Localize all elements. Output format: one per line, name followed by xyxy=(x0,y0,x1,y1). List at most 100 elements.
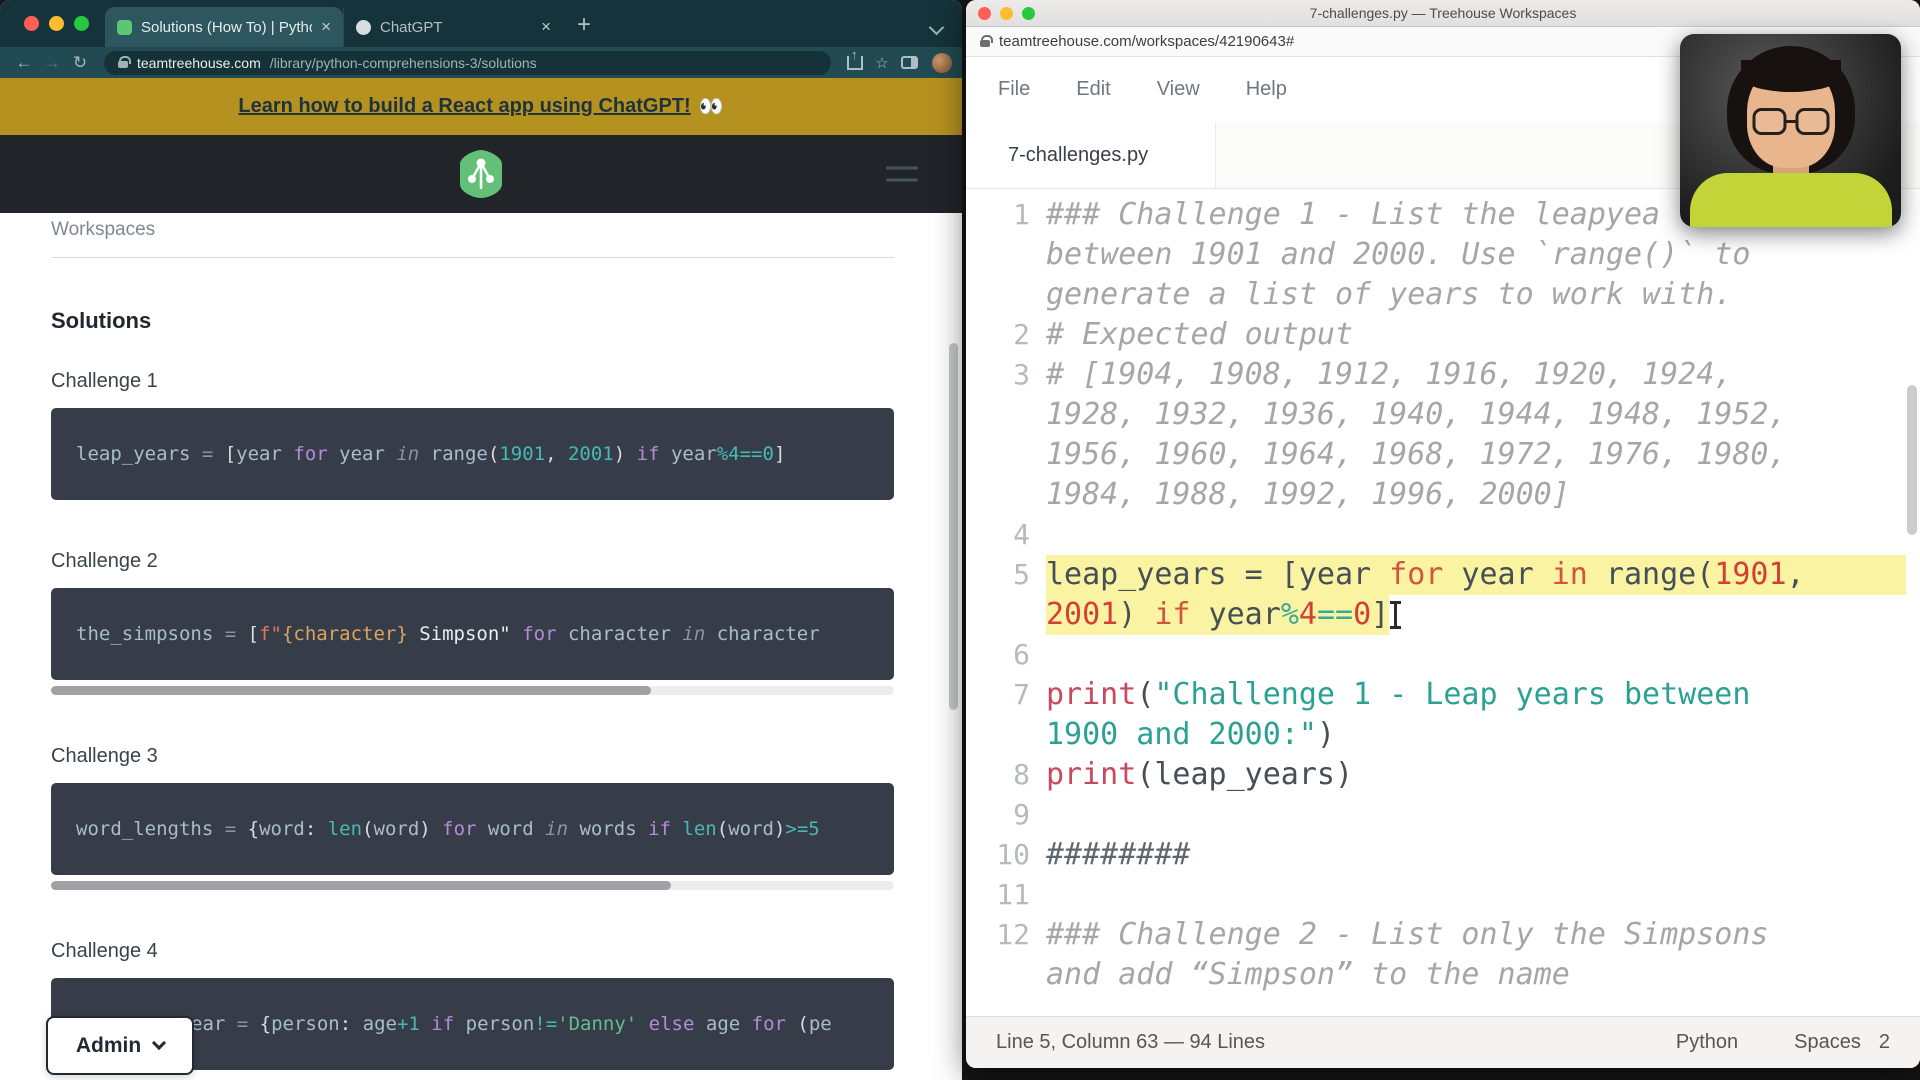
maximize-window-button[interactable] xyxy=(74,16,89,31)
code-line[interactable]: print("Challenge 1 - Leap years between xyxy=(1046,675,1750,715)
code-editor[interactable]: 1### Challenge 1 - List the leapyeabetwe… xyxy=(966,189,1920,1016)
scrollbar-thumb[interactable] xyxy=(51,686,651,695)
editor-row[interactable]: 3 # [1904, 1908, 1912, 1916, 1920, 1924, xyxy=(966,355,1920,395)
editor-row[interactable]: 4 xyxy=(966,515,1920,555)
code-line[interactable]: print(leap_years) xyxy=(1046,755,1353,795)
code-line[interactable]: ### Challenge 1 - List the leapyea xyxy=(1046,195,1660,235)
hamburger-menu-icon[interactable] xyxy=(886,167,918,182)
menu-file[interactable]: File xyxy=(998,78,1030,101)
editor-row[interactable]: 1900 and 2000:") xyxy=(966,715,1920,755)
editor-statusbar: Line 5, Column 63 — 94 Lines Python Spac… xyxy=(966,1016,1920,1068)
line-number: 3 xyxy=(966,355,1030,395)
code-line[interactable]: generate a list of years to work with. xyxy=(1046,275,1732,315)
editor-row[interactable]: 6 xyxy=(966,635,1920,675)
editor-row[interactable]: generate a list of years to work with. xyxy=(966,275,1920,315)
editor-row[interactable]: between 1901 and 2000. Use `range()` to xyxy=(966,235,1920,275)
language-mode[interactable]: Python xyxy=(1676,1031,1738,1054)
line-number: 9 xyxy=(966,795,1030,835)
back-button[interactable]: ← xyxy=(10,53,38,73)
tab-search-chevron-icon[interactable] xyxy=(929,20,945,36)
line-number: 8 xyxy=(966,755,1030,795)
code-line[interactable]: ### Challenge 2 - List only the Simpsons xyxy=(1046,915,1768,955)
side-panel-icon[interactable] xyxy=(901,56,918,69)
challenge-section-1: Challenge 1 leap_years = [year for year … xyxy=(51,370,962,500)
menu-help[interactable]: Help xyxy=(1246,78,1287,101)
code-snippet[interactable]: the_simpsons = [f"{character} Simpson" f… xyxy=(51,588,894,680)
horizontal-scrollbar[interactable] xyxy=(51,881,894,890)
code-line[interactable]: # Expected output xyxy=(1046,315,1353,355)
editor-scrollbar-thumb[interactable] xyxy=(1907,385,1917,535)
tab-chatgpt[interactable]: ChatGPT × xyxy=(343,7,563,47)
maximize-window-button[interactable] xyxy=(1022,7,1035,20)
statusbar-right: Python Spaces2 xyxy=(1676,1031,1890,1054)
indentation-setting[interactable]: Spaces2 xyxy=(1794,1031,1890,1054)
close-tab-icon[interactable]: × xyxy=(541,17,551,37)
person-shirt xyxy=(1690,173,1892,227)
challenge-heading: Challenge 3 xyxy=(51,745,962,768)
editor-row[interactable]: 11 xyxy=(966,875,1920,915)
editor-row[interactable]: 1984, 1988, 1992, 1996, 2000] xyxy=(966,475,1920,515)
scrollbar-thumb[interactable] xyxy=(51,881,671,890)
vertical-scrollbar-thumb[interactable] xyxy=(949,343,958,710)
code-snippet[interactable]: leap_years = [year for year in range(190… xyxy=(51,408,894,500)
reload-button[interactable]: ↻ xyxy=(66,53,94,73)
editor-row[interactable]: 8 print(leap_years) xyxy=(966,755,1920,795)
close-tab-icon[interactable]: × xyxy=(321,17,331,37)
menu-edit[interactable]: Edit xyxy=(1076,78,1110,101)
challenge-section-3: Challenge 3 word_lengths = {word: len(wo… xyxy=(51,745,962,890)
menu-view[interactable]: View xyxy=(1157,78,1200,101)
code-line[interactable]: # [1904, 1908, 1912, 1916, 1920, 1924, xyxy=(1046,355,1732,395)
editor-row[interactable]: 9 xyxy=(966,795,1920,835)
desktop: Solutions (How To) | Python Co × ChatGPT… xyxy=(0,0,1920,1080)
editor-row[interactable]: 7 print("Challenge 1 - Leap years between xyxy=(966,675,1920,715)
editor-rows: 1### Challenge 1 - List the leapyeabetwe… xyxy=(966,195,1920,995)
code-line[interactable]: 1900 and 2000:") xyxy=(1046,715,1335,755)
treehouse-logo[interactable] xyxy=(458,149,504,199)
lock-icon xyxy=(118,61,128,68)
tab-title: ChatGPT xyxy=(380,19,532,36)
webcam-overlay xyxy=(1680,34,1901,227)
close-window-button[interactable] xyxy=(978,7,991,20)
minimize-window-button[interactable] xyxy=(49,16,64,31)
code-snippet[interactable]: word_lengths = {word: len(word) for word… xyxy=(51,783,894,875)
tab-solutions[interactable]: Solutions (How To) | Python Co × xyxy=(105,7,343,47)
code-line[interactable]: 2001) if year%4==0] xyxy=(1046,595,1389,635)
code-line[interactable]: leap_years = [year for year in range(190… xyxy=(1046,555,1906,595)
editor-row[interactable]: 10######## xyxy=(966,835,1920,875)
promo-banner-link[interactable]: Learn how to build a React app using Cha… xyxy=(238,95,690,118)
workspaces-label[interactable]: Workspaces xyxy=(51,213,962,241)
page-title: Solutions xyxy=(51,308,962,334)
browser-tabstrip: Solutions (How To) | Python Co × ChatGPT… xyxy=(0,0,962,47)
window-title: 7-challenges.py — Treehouse Workspaces xyxy=(1310,5,1577,21)
editor-row[interactable]: 2001) if year%4==0] xyxy=(966,595,1920,635)
code-line[interactable]: and add “Simpson” to the name xyxy=(1046,955,1570,995)
person-bangs xyxy=(1741,60,1841,92)
editor-row[interactable]: 1928, 1932, 1936, 1940, 1944, 1948, 1952… xyxy=(966,395,1920,435)
share-icon[interactable] xyxy=(847,56,863,70)
code-line[interactable]: between 1901 and 2000. Use `range()` to xyxy=(1046,235,1750,275)
line-number: 7 xyxy=(966,675,1030,715)
close-window-button[interactable] xyxy=(24,16,39,31)
horizontal-scrollbar[interactable] xyxy=(51,686,894,695)
editor-row[interactable]: 2# Expected output xyxy=(966,315,1920,355)
promo-banner[interactable]: Learn how to build a React app using Cha… xyxy=(0,78,962,135)
editor-row[interactable]: 1956, 1960, 1964, 1968, 1972, 1976, 1980… xyxy=(966,435,1920,475)
editor-row[interactable]: 12### Challenge 2 - List only the Simpso… xyxy=(966,915,1920,955)
admin-dropdown-button[interactable]: Admin xyxy=(46,1016,194,1075)
forward-button[interactable]: → xyxy=(38,53,66,73)
file-tab[interactable]: 7-challenges.py xyxy=(966,122,1216,188)
bookmark-star-icon[interactable]: ☆ xyxy=(869,54,895,72)
code-line[interactable]: 1984, 1988, 1992, 1996, 2000] xyxy=(1046,475,1570,515)
address-bar[interactable]: teamtreehouse.com/library/python-compreh… xyxy=(104,51,831,75)
editor-row[interactable]: 5leap_years = [year for year in range(19… xyxy=(966,555,1920,595)
minimize-window-button[interactable] xyxy=(1000,7,1013,20)
code-line[interactable]: 1956, 1960, 1964, 1968, 1972, 1976, 1980… xyxy=(1046,435,1787,475)
profile-avatar[interactable] xyxy=(932,53,952,73)
code-line[interactable]: 1928, 1932, 1936, 1940, 1944, 1948, 1952… xyxy=(1046,395,1787,435)
lock-icon xyxy=(980,40,990,47)
new-tab-button[interactable]: + xyxy=(577,11,591,39)
person-glasses xyxy=(1752,108,1829,135)
editor-row[interactable]: and add “Simpson” to the name xyxy=(966,955,1920,995)
code-line[interactable]: ######## xyxy=(1046,835,1191,875)
treehouse-favicon xyxy=(117,20,132,35)
